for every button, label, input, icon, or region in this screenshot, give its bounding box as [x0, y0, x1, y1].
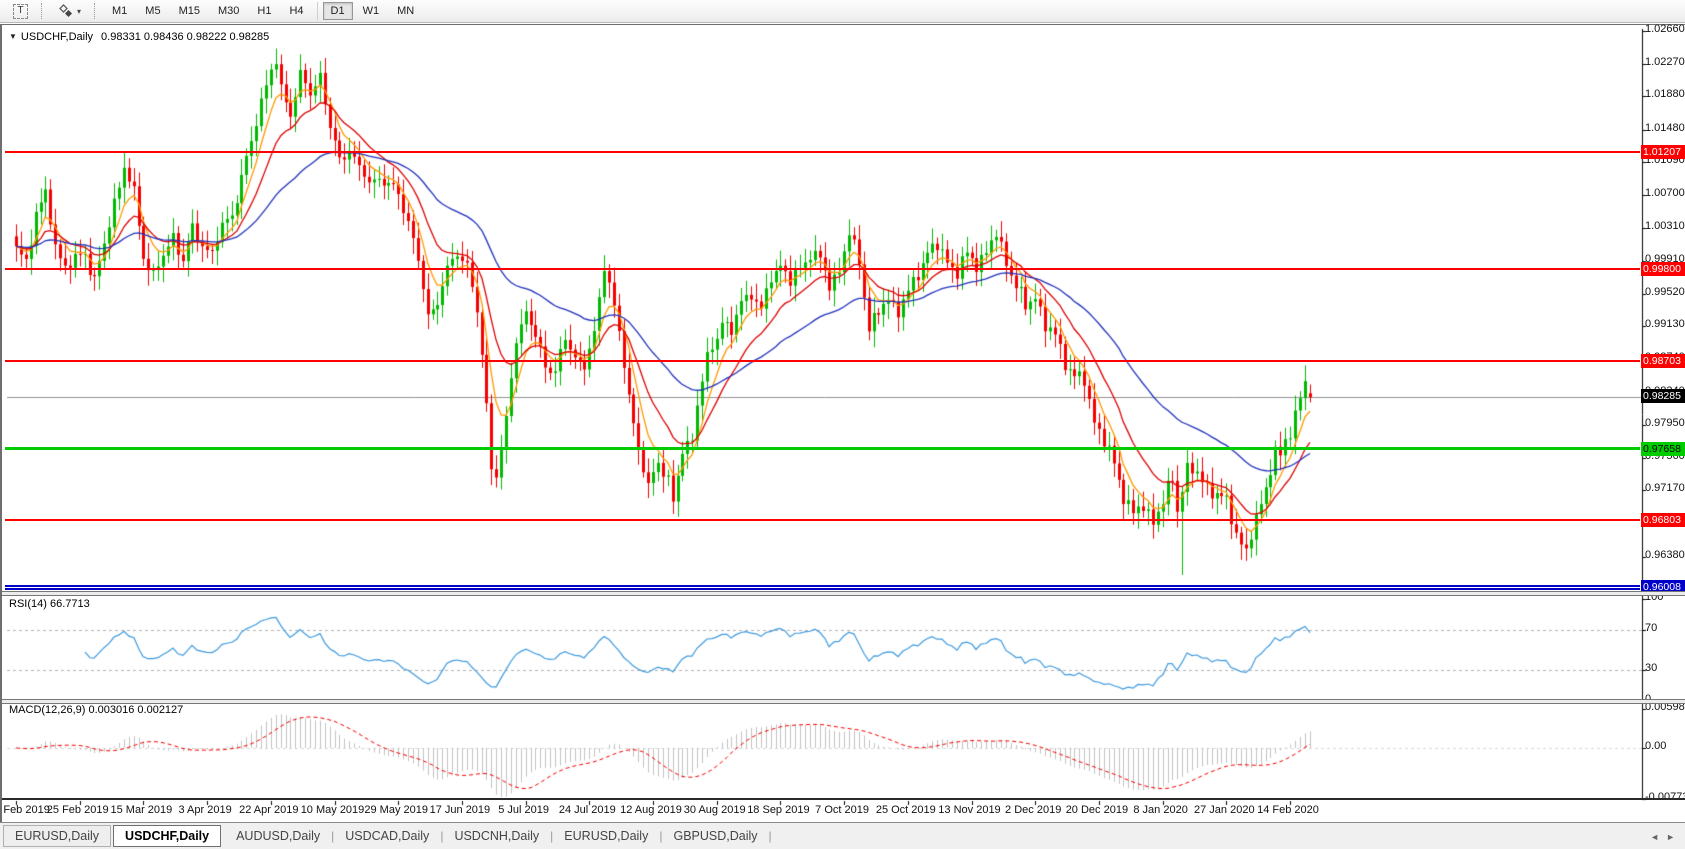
chart-tab-usdchf-daily[interactable]: USDCHF,Daily [113, 825, 221, 847]
tab-scroll-right-button[interactable]: ► [1666, 832, 1675, 842]
tool-dropdown-caret[interactable]: ▾ [77, 7, 81, 16]
symbol-label: USDCHF,Daily [21, 31, 93, 43]
chart-tab-gbpusd-daily[interactable]: GBPUSD,Daily [662, 826, 768, 846]
toolbar: T ▾ M1M5M15M30H1H4 D1W1MN [0, 0, 1685, 23]
timeframe-button-m5[interactable]: M5 [137, 2, 168, 20]
timeframe-button-m15[interactable]: M15 [171, 2, 208, 20]
timeframe-button-h1[interactable]: H1 [249, 2, 279, 20]
timeframe-button-mn[interactable]: MN [389, 2, 422, 20]
diagonal-arrows-icon [59, 4, 73, 18]
toolbar-grip[interactable] [41, 3, 46, 19]
toolbar-separator [317, 2, 318, 20]
symbol-collapse-icon[interactable]: ▼ [9, 32, 17, 41]
timeframe-button-d1[interactable]: D1 [323, 2, 353, 20]
timeframe-button-h4[interactable]: H4 [281, 2, 311, 20]
chart-tab-usdcad-daily[interactable]: USDCAD,Daily [334, 826, 440, 846]
rsi-indicator-label: RSI(14) 66.7713 [9, 598, 90, 610]
symbol-ohlc-line[interactable]: ▼ USDCHF,Daily 0.98331 0.98436 0.98222 0.9… [9, 31, 269, 43]
text-tool-icon: T [13, 4, 28, 19]
timeframe-button-group: M1M5M15M30H1H4 D1W1MN [103, 2, 423, 20]
toolbar-grip2[interactable] [94, 3, 99, 19]
timeframe-button-w1[interactable]: W1 [355, 2, 388, 20]
tab-separator: | [769, 829, 772, 843]
ohlc-values: 0.98331 0.98436 0.98222 0.98285 [101, 31, 269, 43]
pane-separator-macd[interactable] [2, 699, 1685, 704]
chart-tab-eurusd-daily[interactable]: EURUSD,Daily [3, 825, 111, 847]
chart-tab-usdcnh-daily[interactable]: USDCNH,Daily [443, 826, 550, 846]
time-axis-border [2, 798, 1685, 800]
text-tool-button[interactable]: T [5, 2, 36, 20]
tab-scroll-left-button[interactable]: ◄ [1650, 832, 1659, 842]
pane-separator-rsi[interactable] [2, 591, 1685, 596]
timeframe-button-m1[interactable]: M1 [104, 2, 135, 20]
chart-tab-audusd-daily[interactable]: AUDUSD,Daily [225, 826, 331, 846]
macd-indicator-label: MACD(12,26,9) 0.003016 0.002127 [9, 704, 183, 716]
timeframe-button-m30[interactable]: M30 [210, 2, 247, 20]
chart-tab-eurusd-daily[interactable]: EURUSD,Daily [553, 826, 659, 846]
arrange-tool-button[interactable]: ▾ [51, 2, 89, 20]
chart-tab-bar: EURUSD,DailyUSDCHF,DailyAUDUSD,Daily|USD… [0, 822, 1685, 849]
